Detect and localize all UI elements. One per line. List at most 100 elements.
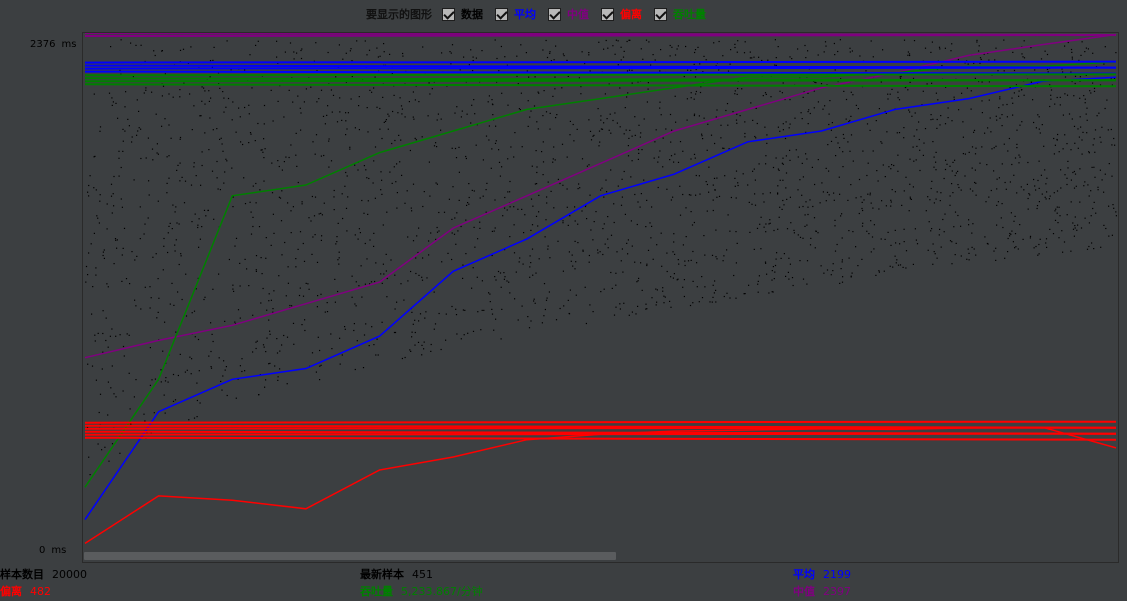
sample-point [852, 160, 854, 162]
sample-point [402, 52, 404, 55]
sample-point [988, 59, 990, 61]
sample-point [744, 41, 746, 43]
sample-point [373, 232, 375, 234]
sample-point [852, 94, 854, 96]
stat-sample-count-label: 样本数目 [0, 568, 44, 581]
sample-point [421, 344, 423, 346]
sample-point [616, 122, 618, 124]
sample-point [339, 111, 341, 113]
sample-point [973, 62, 975, 64]
sample-point [640, 132, 642, 134]
sample-point [765, 163, 767, 165]
sample-point [138, 110, 140, 112]
sample-point [744, 132, 746, 135]
sample-point [456, 212, 458, 214]
sample-point [1094, 176, 1096, 178]
sample-point [375, 262, 377, 264]
sample-point [999, 117, 1001, 119]
sample-point [836, 243, 838, 246]
sample-point [239, 116, 241, 118]
sample-point [531, 165, 533, 167]
sample-point [709, 301, 711, 303]
sample-point [623, 170, 625, 173]
sample-point [501, 92, 503, 94]
legend-toggle-average[interactable]: 平均 [495, 6, 536, 22]
sample-point [922, 90, 924, 92]
sample-point [785, 172, 788, 174]
sample-point [222, 375, 224, 377]
sample-point [1079, 76, 1081, 78]
checkbox-icon[interactable] [548, 7, 561, 21]
sample-point [113, 175, 115, 178]
sample-point [330, 333, 332, 335]
sample-point [944, 168, 947, 171]
sample-point [627, 253, 629, 255]
sample-point [1009, 181, 1011, 183]
sample-point [299, 107, 301, 109]
sample-point [659, 101, 661, 103]
sample-point [1066, 143, 1068, 145]
sample-point [1033, 121, 1035, 124]
checkbox-icon[interactable] [601, 7, 614, 21]
sample-point [290, 144, 292, 146]
sample-point [477, 238, 479, 240]
sample-point [706, 210, 708, 212]
sample-point [418, 101, 420, 103]
checkbox-icon[interactable] [495, 7, 508, 21]
checkbox-icon[interactable] [442, 7, 455, 21]
legend-toggle-deviation[interactable]: 偏离 [601, 6, 642, 22]
sample-point [1088, 222, 1090, 224]
sample-point [872, 56, 874, 58]
stat-deviation: 偏离 482 [0, 583, 51, 599]
sample-point [734, 177, 736, 179]
sample-point [996, 224, 998, 226]
sample-point [394, 139, 396, 142]
sample-point [910, 198, 912, 200]
sample-point [849, 119, 851, 122]
sample-point [445, 313, 447, 315]
sample-point [850, 275, 852, 277]
sample-point [934, 253, 936, 255]
sample-point [273, 232, 275, 234]
sample-point [528, 76, 530, 78]
sample-point [712, 184, 714, 186]
sample-point [973, 248, 975, 250]
sample-point [458, 146, 460, 148]
horizontal-scrollbar[interactable] [84, 552, 616, 560]
sample-point [231, 167, 233, 169]
sample-point [679, 185, 681, 187]
sample-point [841, 261, 843, 263]
sample-point [526, 70, 528, 72]
sample-point [1049, 228, 1051, 230]
sample-point [637, 158, 639, 160]
sample-point [431, 88, 433, 90]
sample-point [465, 253, 467, 255]
sample-point [300, 112, 302, 114]
sample-point [314, 196, 317, 198]
sample-point [607, 47, 609, 49]
legend-toggle-throughput[interactable]: 吞吐量 [654, 6, 706, 22]
sample-point [197, 338, 200, 341]
sample-point [123, 355, 125, 357]
sample-point [122, 345, 125, 348]
sample-point [1085, 113, 1087, 115]
sample-point [647, 82, 649, 84]
sample-point [1080, 227, 1083, 229]
sample-point [116, 247, 118, 249]
legend-toggle-data[interactable]: 数据 [442, 6, 483, 22]
sample-point [455, 157, 458, 159]
sample-point [481, 309, 483, 311]
sample-point [669, 159, 671, 161]
sample-point [655, 304, 657, 306]
sample-point [459, 69, 461, 71]
sample-point [272, 308, 274, 310]
sample-point [890, 201, 892, 203]
checkbox-icon[interactable] [654, 7, 667, 21]
sample-point [1085, 47, 1087, 49]
sample-point [1016, 143, 1018, 145]
sample-point [822, 191, 824, 193]
sample-point [322, 115, 325, 117]
sample-point [601, 128, 604, 130]
legend-toggle-median[interactable]: 中值 [548, 6, 589, 22]
sample-point [370, 281, 373, 283]
